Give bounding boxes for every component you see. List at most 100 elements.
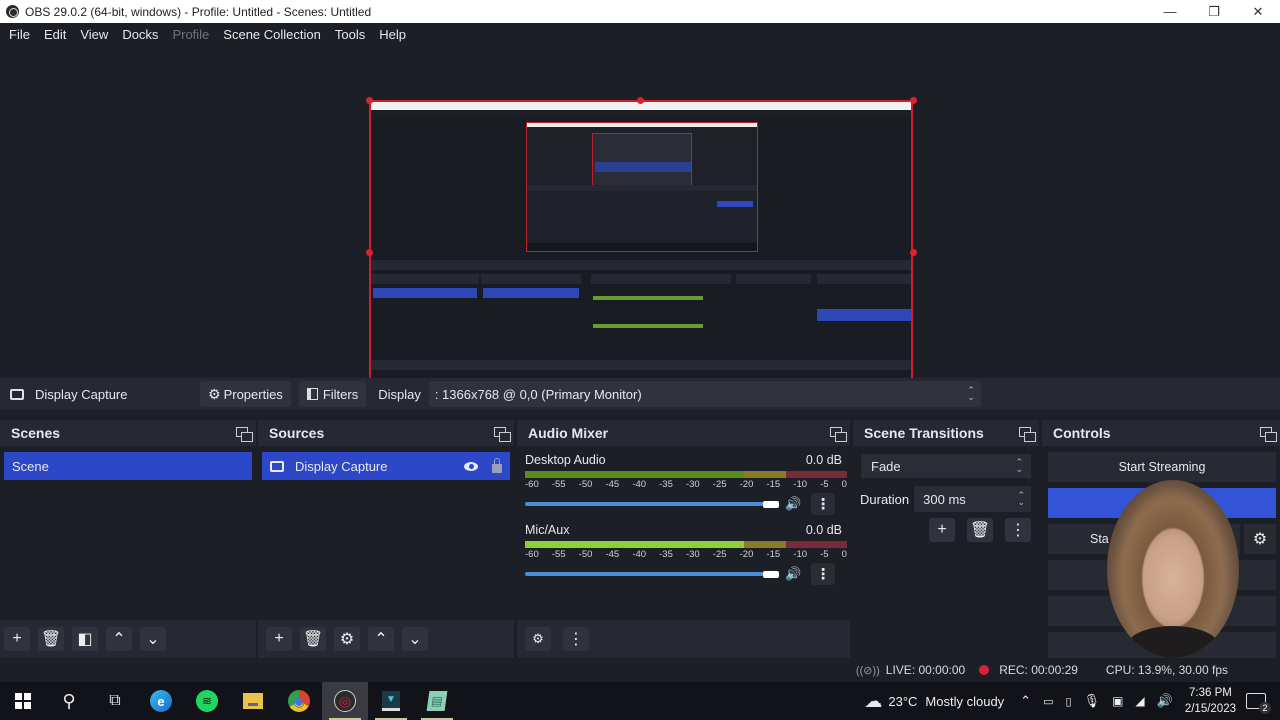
taskbar-app-installer[interactable]: ▼ — [368, 682, 414, 720]
move-scene-up-button[interactable]: ⌃ — [106, 627, 132, 651]
resize-handle-t[interactable] — [637, 97, 644, 104]
menu-tools[interactable]: Tools — [328, 27, 372, 42]
remove-scene-button[interactable]: 🗑 — [38, 627, 64, 651]
up-down-chevron-icon: ⌃ ⌄ — [1015, 457, 1023, 474]
lock-icon[interactable] — [492, 458, 502, 473]
filters-button[interactable]: Filters — [298, 381, 367, 407]
mixer-menu-button[interactable]: ⋮ — [563, 627, 589, 651]
source-properties-button[interactable]: ⚙ — [334, 627, 360, 651]
audio-mixer-dock: Audio Mixer Desktop Audio 0.0 dB -60 -55-… — [517, 420, 850, 658]
minimize-button[interactable]: — — [1148, 0, 1192, 23]
speaker-icon[interactable]: 🔊 — [785, 566, 801, 582]
visibility-eye-icon[interactable] — [464, 461, 478, 471]
transition-menu-button[interactable]: ⋮ — [1005, 518, 1031, 542]
speaker-icon[interactable]: 🔊 — [785, 496, 801, 512]
search-icon: ⚲ — [62, 690, 76, 711]
move-scene-down-button[interactable]: ⌄ — [140, 627, 166, 651]
taskbar-spotify[interactable]: ≋ — [184, 682, 230, 720]
add-source-button[interactable]: + — [266, 627, 292, 651]
add-transition-button[interactable]: + — [929, 518, 955, 542]
notepad-icon: ▤ — [426, 691, 448, 711]
nested-inner-docks — [595, 162, 691, 172]
battery-icon[interactable]: ▭ — [1043, 695, 1053, 708]
menu-scene-collection[interactable]: Scene Collection — [216, 27, 328, 42]
audio-mixer-title: Audio Mixer — [528, 425, 609, 441]
window-titlebar: OBS 29.0.2 (64-bit, windows) - Profile: … — [0, 0, 1280, 23]
menu-docks[interactable]: Docks — [115, 27, 165, 42]
menu-help[interactable]: Help — [372, 27, 413, 42]
close-button[interactable]: ✕ — [1236, 0, 1280, 23]
move-source-up-button[interactable]: ⌃ — [368, 627, 394, 651]
channel-menu-button[interactable]: ⋮ — [811, 563, 836, 585]
filter-icon: ◧ — [77, 631, 93, 648]
action-center-icon[interactable]: 2 — [1246, 693, 1271, 714]
volume-meter — [525, 541, 847, 548]
transition-select[interactable]: Fade ⌃ ⌄ — [861, 454, 1031, 478]
taskbar-obs[interactable]: ◎ — [322, 682, 368, 720]
show-hidden-icons[interactable]: ⌃ — [1020, 693, 1031, 709]
taskbar-file-explorer[interactable]: ▬ — [230, 682, 276, 720]
volume-slider[interactable] — [525, 572, 765, 576]
taskbar-edge[interactable]: e — [138, 682, 184, 720]
properties-button[interactable]: ⚙ Properties — [200, 381, 291, 407]
taskbar-search[interactable]: ⚲ — [46, 682, 92, 720]
weather-temp[interactable]: 23°C — [888, 694, 917, 709]
preview-canvas[interactable] — [0, 45, 1280, 406]
duration-spinbox[interactable]: 300 ms ⌃ ⌄ — [914, 486, 1031, 512]
channel-menu-button[interactable]: ⋮ — [811, 493, 836, 515]
source-item[interactable]: Display Capture — [262, 452, 510, 480]
volume-icon[interactable]: 🔊 — [1157, 693, 1173, 709]
clock[interactable]: 7:36 PM 2/15/2023 — [1185, 685, 1236, 717]
weather-desc[interactable]: Mostly cloudy — [925, 694, 1004, 709]
volume-slider[interactable] — [525, 502, 765, 506]
scene-filters-button[interactable]: ◧ — [72, 627, 98, 651]
display-select[interactable]: : 1366x768 @ 0,0 (Primary Monitor) ⌃ ⌄ — [428, 381, 981, 407]
chrome-icon: ◉ — [288, 690, 310, 712]
undock-icon[interactable] — [830, 426, 847, 442]
selected-source: Display Capture — [10, 387, 200, 402]
remove-transition-button[interactable]: 🗑 — [967, 518, 993, 542]
start-button[interactable] — [0, 682, 46, 720]
sources-dock-header: Sources — [258, 420, 514, 446]
microphone-icon[interactable]: 🎙 — [1084, 693, 1101, 709]
gear-icon: ⚙ — [339, 631, 355, 648]
wifi-icon[interactable]: ◢ — [1135, 694, 1144, 708]
volume-slider-handle[interactable] — [763, 570, 779, 578]
resize-handle-tl[interactable] — [366, 97, 373, 104]
undock-icon[interactable] — [494, 426, 511, 442]
taskbar-task-view[interactable]: ⧉ — [92, 682, 138, 720]
resize-handle-tr[interactable] — [910, 97, 917, 104]
remove-source-button[interactable]: 🗑 — [300, 627, 326, 651]
virtual-camera-settings-button[interactable]: ⚙ — [1244, 524, 1276, 554]
display-capture-preview[interactable] — [369, 100, 913, 405]
weather-cloud-icon[interactable]: ☁ — [864, 691, 882, 712]
resize-handle-l[interactable] — [366, 249, 373, 256]
undock-icon[interactable] — [236, 426, 253, 442]
usb-device-icon[interactable]: ▯ — [1065, 695, 1071, 708]
spinner-arrows-icon[interactable]: ⌃ ⌄ — [1017, 491, 1025, 507]
add-scene-button[interactable]: + — [4, 627, 30, 651]
undock-icon[interactable] — [1019, 426, 1036, 442]
chevron-down-icon: ⌄ — [408, 631, 422, 648]
nested-titlebar-2 — [527, 123, 757, 127]
taskbar-chrome[interactable]: ◉ — [276, 682, 322, 720]
move-source-down-button[interactable]: ⌄ — [402, 627, 428, 651]
volume-slider-handle[interactable] — [763, 500, 779, 508]
gear-icon: ⚙ — [1252, 531, 1268, 548]
scene-item[interactable]: Scene — [4, 452, 252, 480]
live-status: ((⊘)) LIVE: 00:00:00 — [856, 663, 965, 677]
menu-edit[interactable]: Edit — [37, 27, 73, 42]
taskbar-notepad[interactable]: ▤ — [414, 682, 460, 720]
start-streaming-button[interactable]: Start Streaming — [1048, 452, 1276, 482]
maximize-button[interactable]: ❐ — [1192, 0, 1236, 23]
menu-file[interactable]: File — [2, 27, 37, 42]
virtual-camera-label: Sta — [1090, 532, 1109, 546]
screen-share-icon[interactable]: ▣ — [1112, 694, 1123, 708]
menu-view[interactable]: View — [73, 27, 115, 42]
advanced-audio-button[interactable]: ⚙ — [525, 627, 551, 651]
undock-icon[interactable] — [1260, 426, 1277, 442]
up-down-chevron-icon: ⌃ ⌄ — [967, 385, 975, 402]
resize-handle-r[interactable] — [910, 249, 917, 256]
kebab-icon: ⋮ — [815, 566, 831, 583]
properties-label: Properties — [223, 386, 283, 402]
